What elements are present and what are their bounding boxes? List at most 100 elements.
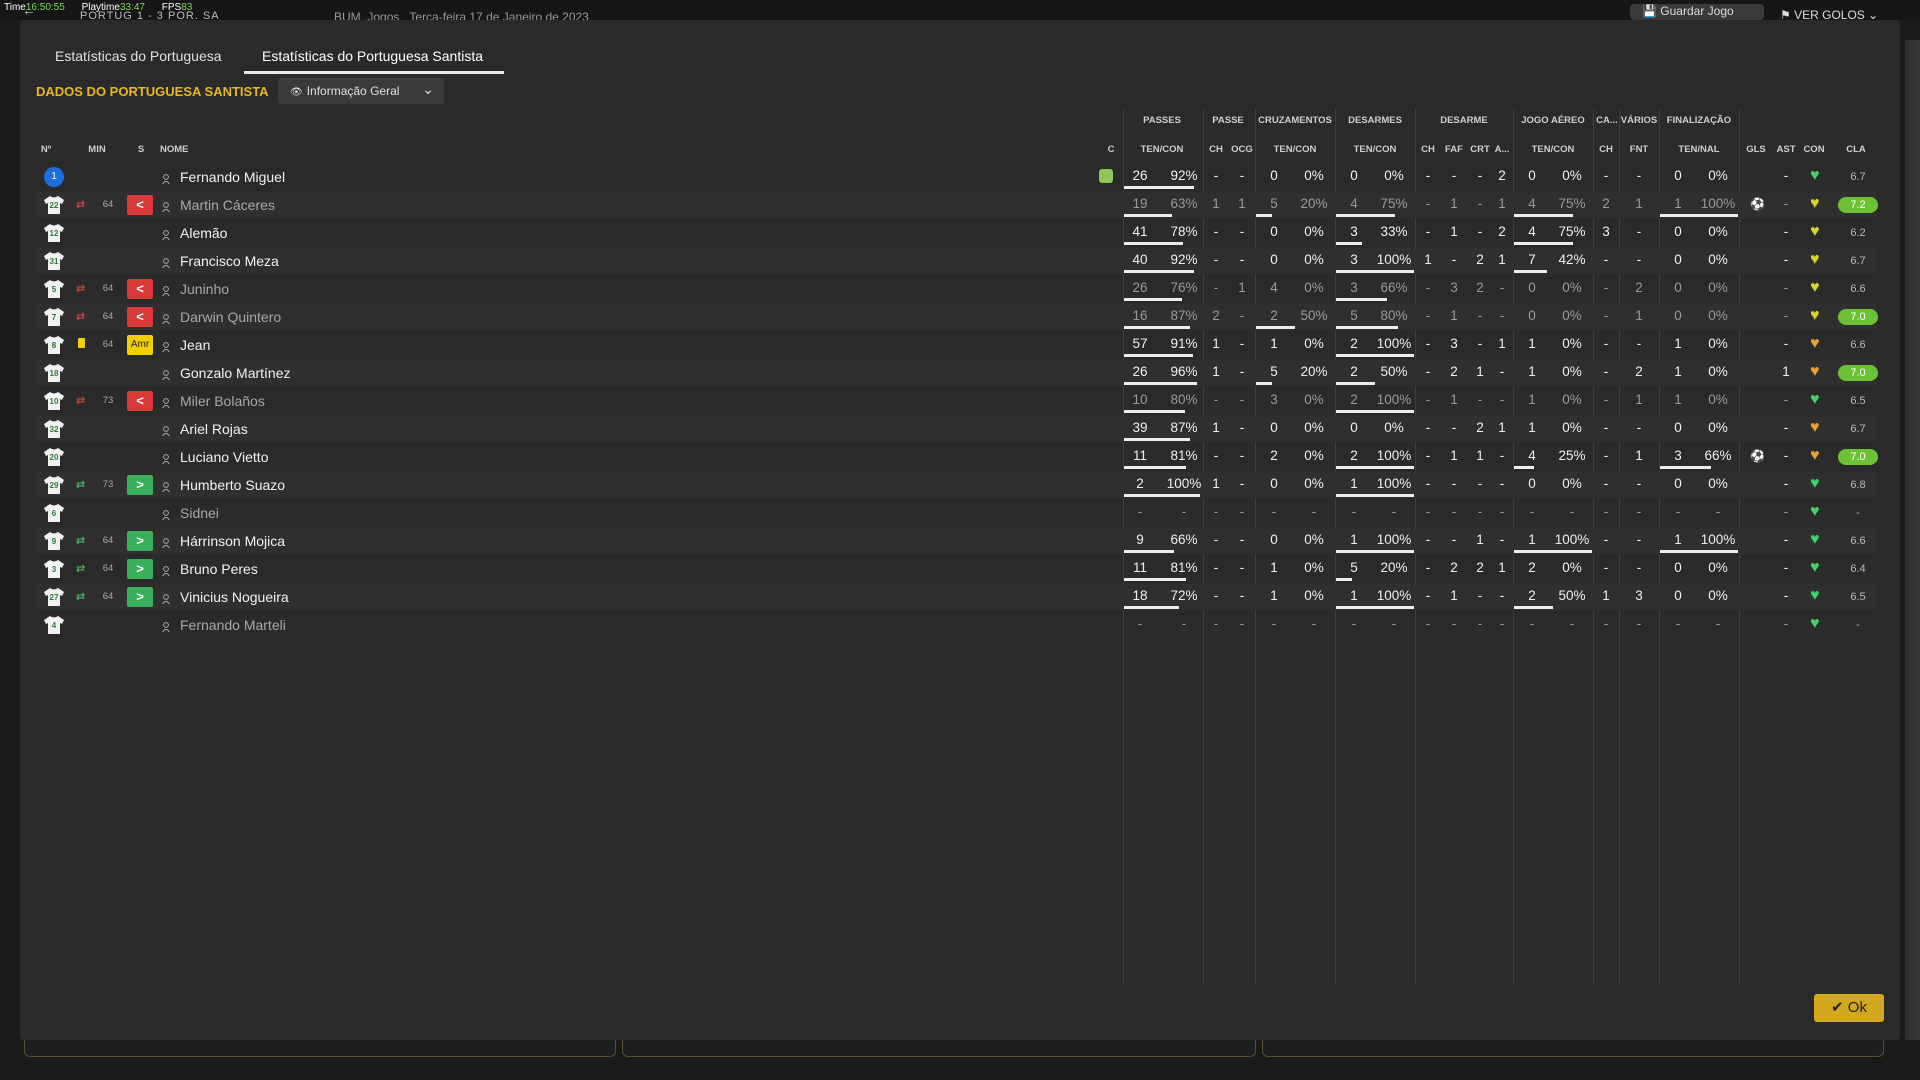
shirt-icon: 20 bbox=[44, 448, 64, 466]
tackles-attempted: 3 bbox=[1350, 280, 1358, 295]
stat-bar bbox=[1124, 326, 1191, 329]
col-des-a[interactable]: A... bbox=[1492, 144, 1512, 155]
header-varios: VÁRIOS bbox=[1620, 115, 1658, 126]
aerial-pct: 0% bbox=[1562, 336, 1582, 351]
tackles-attempted: 2 bbox=[1350, 336, 1358, 351]
desarme-ch: - bbox=[1425, 588, 1431, 603]
table-row[interactable]: 27 ⇄ 64 > Vinicius Nogueira 18 72% - -1 0% 1 100% -1… bbox=[36, 584, 1876, 610]
crosses-pct: 0% bbox=[1304, 224, 1324, 239]
player-name[interactable]: Francisco Meza bbox=[180, 253, 279, 269]
passes-attempted: 16 bbox=[1132, 308, 1148, 323]
player-name[interactable]: Juninho bbox=[180, 281, 229, 297]
player-name[interactable]: Fernando Marteli bbox=[180, 617, 286, 633]
col-s[interactable]: S bbox=[134, 144, 148, 155]
player-name[interactable]: Luciano Vietto bbox=[180, 449, 268, 465]
col-cla[interactable]: CLA bbox=[1836, 144, 1876, 155]
col-des-faf[interactable]: FAF bbox=[1442, 144, 1466, 155]
assists: - bbox=[1783, 280, 1789, 295]
assists: - bbox=[1783, 476, 1789, 491]
col-cruz[interactable]: TEN/CON bbox=[1256, 144, 1334, 155]
player-name[interactable]: Hárrinson Mojica bbox=[180, 533, 285, 549]
player-name[interactable]: Jean bbox=[180, 337, 210, 353]
player-name[interactable]: Darwin Quintero bbox=[180, 309, 281, 325]
player-name[interactable]: Alemão bbox=[180, 225, 227, 241]
table-row[interactable]: 3 ⇄ 64 > Bruno Peres 11 81% - -1 0% 5 20% -2 2 1 2 0% - -0… bbox=[36, 556, 1876, 582]
crosses-pct: 0% bbox=[1304, 392, 1324, 407]
player-name[interactable]: Miler Bolaños bbox=[180, 393, 265, 409]
col-con[interactable]: CON bbox=[1802, 144, 1826, 155]
ca-ch: - bbox=[1603, 616, 1609, 631]
player-rating: 6.5 bbox=[1850, 591, 1866, 603]
desarme-crt: - bbox=[1477, 616, 1483, 631]
col-passe-ch[interactable]: CH bbox=[1204, 144, 1228, 155]
substituted-on-badge: > bbox=[127, 475, 153, 495]
table-row[interactable]: 20 Luciano Vietto 11 81% - -2 0% 2 100% -1 1-4 25% -… bbox=[36, 444, 1878, 470]
shots-pct: - bbox=[1715, 616, 1721, 631]
col-ast[interactable]: AST bbox=[1774, 144, 1798, 155]
back-arrow-icon[interactable]: ← bbox=[22, 2, 36, 18]
col-min[interactable]: MIN bbox=[84, 144, 110, 155]
table-row[interactable]: 5 ⇄ 64 < Juninho 26 76% -1 4 0% 3 66% -3 2-0 0% -2 0 0% - ♥… bbox=[36, 276, 1876, 302]
table-row[interactable]: 12 Alemão 41 78% - -0 0% 3 33% -1-2 4 75% 3-0 0% - ♥ 6.2 bbox=[36, 220, 1876, 246]
col-fnt[interactable]: FNT bbox=[1620, 144, 1658, 155]
table-row[interactable]: 10 ⇄ 73 < Miler Bolaños 10 80% - -3 0% 2 100% -1- -1 0… bbox=[36, 388, 1876, 414]
col-des-ch[interactable]: CH bbox=[1416, 144, 1440, 155]
col-desarmes[interactable]: TEN/CON bbox=[1336, 144, 1414, 155]
view-dropdown[interactable]: 👁 Informação Geral ⌄ bbox=[278, 78, 444, 104]
football-icon: ⚽ bbox=[1750, 449, 1765, 463]
col-passes[interactable]: TEN/CON bbox=[1124, 144, 1200, 155]
stat-bar bbox=[1336, 242, 1362, 245]
save-game-button[interactable]: 💾 Guardar Jogo bbox=[1630, 4, 1764, 20]
heart-icon: ♥ bbox=[1810, 251, 1820, 268]
player-name[interactable]: Vinicius Nogueira bbox=[180, 589, 289, 605]
player-name[interactable]: Bruno Peres bbox=[180, 561, 258, 577]
player-name[interactable]: Gonzalo Martínez bbox=[180, 365, 291, 381]
player-name[interactable]: Fernando Miguel bbox=[180, 169, 285, 185]
tab-portuguesa[interactable]: Estatísticas do Portuguesa bbox=[55, 48, 222, 64]
col-aereo[interactable]: TEN/CON bbox=[1514, 144, 1592, 155]
crosses-attempted: 5 bbox=[1270, 196, 1278, 211]
desarme-crt: - bbox=[1477, 336, 1483, 351]
table-row[interactable]: 18 Gonzalo Martínez 26 96% 1-5 20% 2 50% -2 1-1 0%… bbox=[36, 360, 1878, 386]
col-final[interactable]: TEN/NAL bbox=[1660, 144, 1738, 155]
desarme-faf: 2 bbox=[1450, 364, 1458, 379]
desarme-ch: - bbox=[1425, 224, 1431, 239]
col-name[interactable]: NOME bbox=[160, 144, 189, 155]
table-row[interactable]: 8 64 Amr Jean 57 91% 1-1 0% 2 100% -3-1 1 0% - -1 0% - ♥ 6… bbox=[36, 332, 1876, 358]
passes-pct: - bbox=[1181, 616, 1187, 631]
player-name[interactable]: Ariel Rojas bbox=[180, 421, 248, 437]
table-row[interactable]: 9 ⇄ 64 > Hárrinson Mojica 9 66% - -0 0% 1 100% - -1-1… bbox=[36, 528, 1876, 554]
desarme-a: - bbox=[1499, 364, 1505, 379]
table-row[interactable]: 7 ⇄ 64 < Darwin Quintero 16 87% 2 - 2 50% 5 80% - 1 - - 0… bbox=[36, 304, 1878, 330]
table-row[interactable]: 4 Fernando Marteli - - - - - - - - - - - - - - - - - - - ♥ - bbox=[36, 612, 1876, 638]
stat-bar bbox=[1256, 382, 1272, 385]
table-row[interactable]: 31 Francisco Meza 40 92% - -0 0% 3 100% 1-2 1 7 42% -… bbox=[36, 248, 1876, 274]
table-row[interactable]: 6 Sidnei - - - - - - - - - - - - - - - - - - - ♥ - bbox=[36, 500, 1876, 526]
stat-bar bbox=[1124, 382, 1197, 385]
ok-button[interactable]: ✔ Ok bbox=[1814, 994, 1884, 1022]
col-passe-ocg[interactable]: OCG bbox=[1228, 144, 1256, 155]
aerial-pct: 0% bbox=[1562, 560, 1582, 575]
header-ca: CA... bbox=[1596, 115, 1618, 126]
table-row[interactable]: 1 Fernando Miguel 26 92% - -0 0% 0 0% - - -2 0 0% - -0 0… bbox=[36, 164, 1876, 190]
ca-ch: - bbox=[1603, 420, 1609, 435]
player-name[interactable]: Sidnei bbox=[180, 505, 219, 521]
tab-portuguesa-santista[interactable]: Estatísticas do Portuguesa Santista bbox=[262, 48, 483, 64]
col-des-crt[interactable]: CRT bbox=[1468, 144, 1492, 155]
table-row[interactable]: 22 ⇄ 64 < Martin Cáceres 19 63% 1 1 5 20% 4 75% -1-1 4… bbox=[36, 192, 1878, 218]
ca-ch: - bbox=[1603, 476, 1609, 491]
stat-bar bbox=[1514, 466, 1534, 469]
player-name[interactable]: Martin Cáceres bbox=[180, 197, 275, 213]
col-c[interactable]: C bbox=[1104, 144, 1118, 155]
stat-bar bbox=[1124, 466, 1186, 469]
table-row[interactable]: 29 ⇄ 73 > Humberto Suazo 2 100% 1-0 0% 1 100% - - - -0… bbox=[36, 472, 1876, 498]
col-gls[interactable]: GLS bbox=[1744, 144, 1768, 155]
table-row[interactable]: 32 Ariel Rojas 39 87% 1-0 0% 0 0% - -2 1 1 0% - -0 0% - ♥… bbox=[36, 416, 1876, 442]
crosses-attempted: 0 bbox=[1270, 532, 1278, 547]
aerial-attempted: - bbox=[1529, 616, 1535, 631]
shirt-icon: 29 bbox=[44, 476, 64, 494]
col-num[interactable]: Nº bbox=[36, 144, 56, 155]
player-name[interactable]: Humberto Suazo bbox=[180, 477, 285, 493]
col-ca-ch[interactable]: CH bbox=[1594, 144, 1618, 155]
captain-armband-icon bbox=[1099, 169, 1113, 183]
